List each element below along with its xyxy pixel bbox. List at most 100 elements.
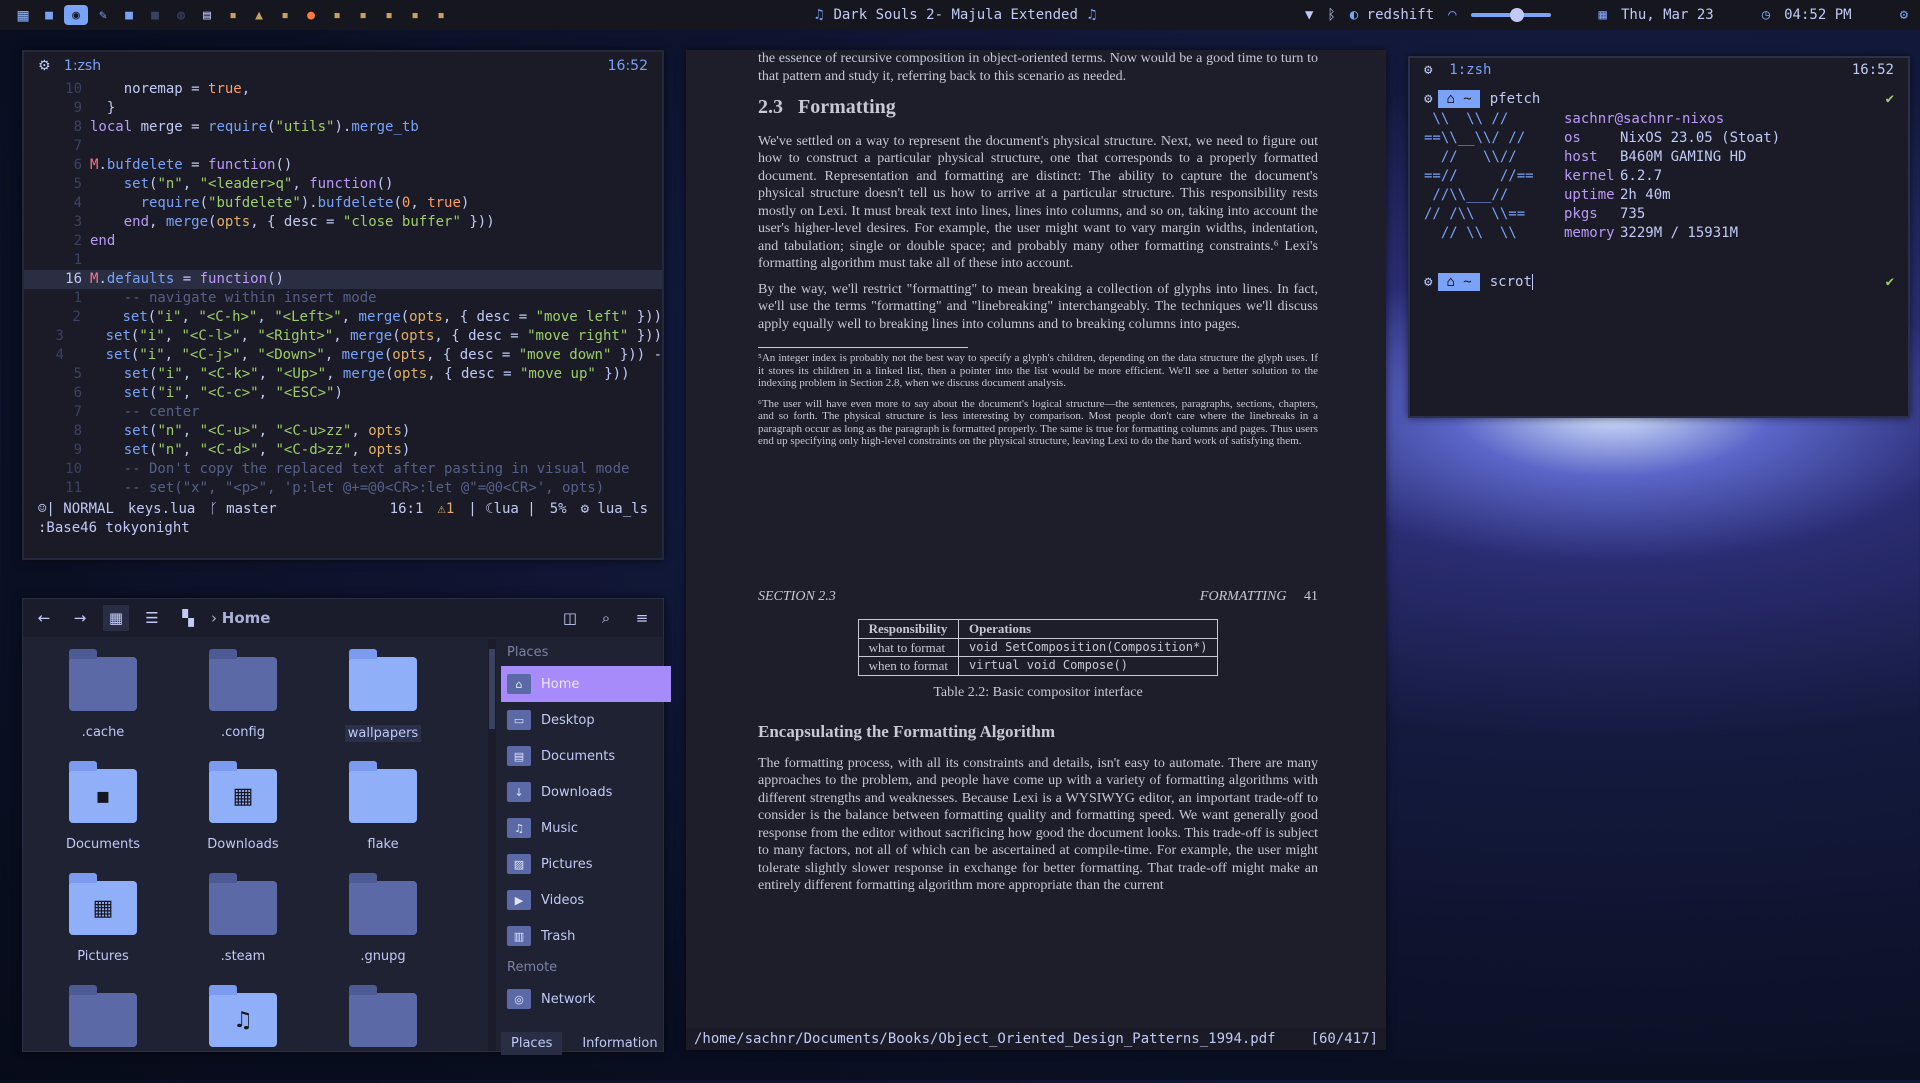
code-line[interactable]: 4 set("i", "<C-j>", "<Down>", merge(opts…	[24, 346, 662, 365]
place-icon: ▤	[507, 746, 531, 766]
workspace-9[interactable]: ▲	[246, 0, 272, 30]
code-line[interactable]: 7 -- center	[24, 403, 662, 422]
info-key: host	[1564, 149, 1598, 165]
menu-button[interactable]: ≡	[629, 605, 655, 631]
forward-button[interactable]: →	[67, 605, 93, 631]
editor-window[interactable]: ⚙ 1:zsh 16:52 10 noremap = true, 9 } 8 loca…	[22, 50, 664, 560]
code-area[interactable]: 10 noremap = true, 9 } 8 local merge = requ…	[24, 80, 662, 498]
code-token: merge_tb	[351, 119, 419, 135]
gear-icon[interactable]: ⚙	[1900, 7, 1908, 23]
grid-view-button[interactable]: ▦	[103, 605, 129, 631]
workspace-2[interactable]: ◉	[64, 5, 88, 25]
code-line[interactable]: 10 noremap = true,	[24, 80, 662, 99]
pdf-viewer-window[interactable]: the essence of recursive composition in …	[686, 50, 1386, 1050]
code-line[interactable]: 3 set("i", "<C-l>", "<Right>", merge(opt…	[24, 327, 662, 346]
code-line[interactable]: 6 set("i", "<C-c>", "<ESC>")	[24, 384, 662, 403]
code-line[interactable]: 5 set("i", "<C-k>", "<Up>", merge(opts, …	[24, 365, 662, 384]
folder-item[interactable]	[313, 983, 453, 1083]
code-line[interactable]: 9 set("n", "<C-d>", "<C-d>zz", opts)	[24, 441, 662, 460]
file-scrollbar[interactable]	[488, 639, 496, 1051]
place-item-music[interactable]: ♫ Music	[501, 810, 671, 846]
list-view-button[interactable]: ☰	[139, 605, 165, 631]
places-panel: Places ⌂ Home ▭ Desktop ▤ Documents ↓ Downloads…	[501, 639, 671, 1055]
info-value: 6.2.7	[1620, 168, 1663, 184]
folder-item[interactable]: wallpapers	[313, 647, 453, 747]
code-line[interactable]: 2 end	[24, 232, 662, 251]
workspace-4[interactable]: ■	[116, 0, 142, 30]
folder-item[interactable]: .cache	[33, 647, 173, 747]
folder-item[interactable]: .config	[173, 647, 313, 747]
code-line[interactable]: 7	[24, 137, 662, 156]
command-input[interactable]: scrot	[1490, 274, 1533, 290]
folder-item[interactable]: flake	[313, 759, 453, 859]
place-item-desktop[interactable]: ▭ Desktop	[501, 702, 671, 738]
code-line[interactable]: 3 end, merge(opts, { desc = "close buffe…	[24, 213, 662, 232]
place-item-trash[interactable]: ▥ Trash	[501, 918, 671, 954]
workspace-15[interactable]: ▪	[402, 0, 428, 30]
folder-item[interactable]	[33, 983, 173, 1083]
search-icon[interactable]: ⌕	[593, 605, 619, 631]
tree-view-button[interactable]: ▚	[175, 605, 201, 631]
folder-item[interactable]: .gnupg	[313, 871, 453, 971]
breadcrumb[interactable]: › Home	[211, 609, 270, 627]
folder-item[interactable]: ▦ Pictures	[33, 871, 173, 971]
app-grid-icon[interactable]: ▦	[10, 0, 36, 30]
workspace-11[interactable]: ●	[298, 0, 324, 30]
folder-item[interactable]: ▦ Downloads	[173, 759, 313, 859]
code-line[interactable]: 8 set("n", "<C-u>", "<C-u>zz", opts)	[24, 422, 662, 441]
terminal-window[interactable]: ⚙ 1:zsh 16:52 ⚙ ⌂ ~ pfetch ✔ \\ \\ // ==\…	[1408, 56, 1910, 418]
tab-information[interactable]: Information	[572, 1032, 667, 1055]
file-manager-window[interactable]: ← → ▦ ☰ ▚ › Home ◫ ⌕ ≡ .cache .config wall…	[22, 598, 671, 1055]
workspace-14[interactable]: ▪	[376, 0, 402, 30]
code-token: merge	[350, 328, 393, 344]
place-item-home[interactable]: ⌂ Home	[501, 666, 671, 702]
scrollbar-thumb[interactable]	[489, 649, 495, 729]
code-token: (	[383, 347, 393, 363]
workspace-5[interactable]: ■	[142, 0, 168, 30]
media-widget[interactable]: ♫ Dark Souls 2- Majula Extended ♫	[815, 0, 1096, 30]
prompt-line[interactable]: ⚙ ⌂ ~ scrot ✔	[1410, 271, 1908, 293]
code-line[interactable]: 11 -- set("x", "<p>", 'p:let @+=@0<CR>:l…	[24, 479, 662, 498]
code-line[interactable]: 4 require("bufdelete").bufdelete(0, true…	[24, 194, 662, 213]
place-item-network[interactable]: ◎ Network	[501, 981, 671, 1017]
bluetooth-icon[interactable]: ᛒ	[1327, 7, 1335, 23]
code-line[interactable]: 6 M.bufdelete = function()	[24, 156, 662, 175]
volume-knob[interactable]	[1509, 8, 1524, 22]
workspace-10[interactable]: ▪	[272, 0, 298, 30]
place-item-pictures[interactable]: ▨ Pictures	[501, 846, 671, 882]
code-token: "utils"	[275, 119, 335, 135]
code-token: set	[123, 385, 150, 401]
code-line[interactable]: 9 }	[24, 99, 662, 118]
redshift-widget[interactable]: ◐ redshift	[1350, 7, 1434, 23]
place-item-videos[interactable]: ▶ Videos	[501, 882, 671, 918]
workspace-13[interactable]: ▪	[350, 0, 376, 30]
workspace-1[interactable]: ■	[36, 0, 62, 30]
place-item-documents[interactable]: ▤ Documents	[501, 738, 671, 774]
workspace-16[interactable]: ▪	[428, 0, 454, 30]
code-line[interactable]: 5 set("n", "<leader>q", function()	[24, 175, 662, 194]
volume-slider[interactable]	[1470, 8, 1551, 22]
code-line[interactable]: 8 local merge = require("utils").merge_tb	[24, 118, 662, 137]
workspace-8[interactable]: ▪	[220, 0, 246, 30]
workspace-3[interactable]: ✎	[90, 0, 116, 30]
code-line[interactable]: 2 set("i", "<C-h>", "<Left>", merge(opts…	[24, 308, 662, 327]
command-line[interactable]: :Base46 tokyonight	[24, 520, 662, 536]
split-view-button[interactable]: ◫	[557, 605, 583, 631]
code-line[interactable]: 16 M.defaults = function()	[24, 270, 662, 289]
place-item-downloads[interactable]: ↓ Downloads	[501, 774, 671, 810]
wifi-icon[interactable]: ▼	[1305, 7, 1313, 23]
folder-item[interactable]: ♫	[173, 983, 313, 1083]
line-number: 8	[73, 119, 82, 135]
tab-places[interactable]: Places	[501, 1032, 563, 1055]
workspace-12[interactable]: ▪	[324, 0, 350, 30]
workspace-7[interactable]: ▤	[194, 0, 220, 30]
workspace-6[interactable]: ◍	[168, 0, 194, 30]
back-button[interactable]: ←	[31, 605, 57, 631]
code-token: merge	[358, 309, 401, 325]
code-token: bufdelete	[317, 195, 394, 211]
folder-item[interactable]: ▪ Documents	[33, 759, 173, 859]
folder-item[interactable]: .steam	[173, 871, 313, 971]
code-line[interactable]: 10 -- Don't copy the replaced text after…	[24, 460, 662, 479]
code-line[interactable]: 1 -- navigate within insert mode	[24, 289, 662, 308]
code-line[interactable]: 1	[24, 251, 662, 270]
